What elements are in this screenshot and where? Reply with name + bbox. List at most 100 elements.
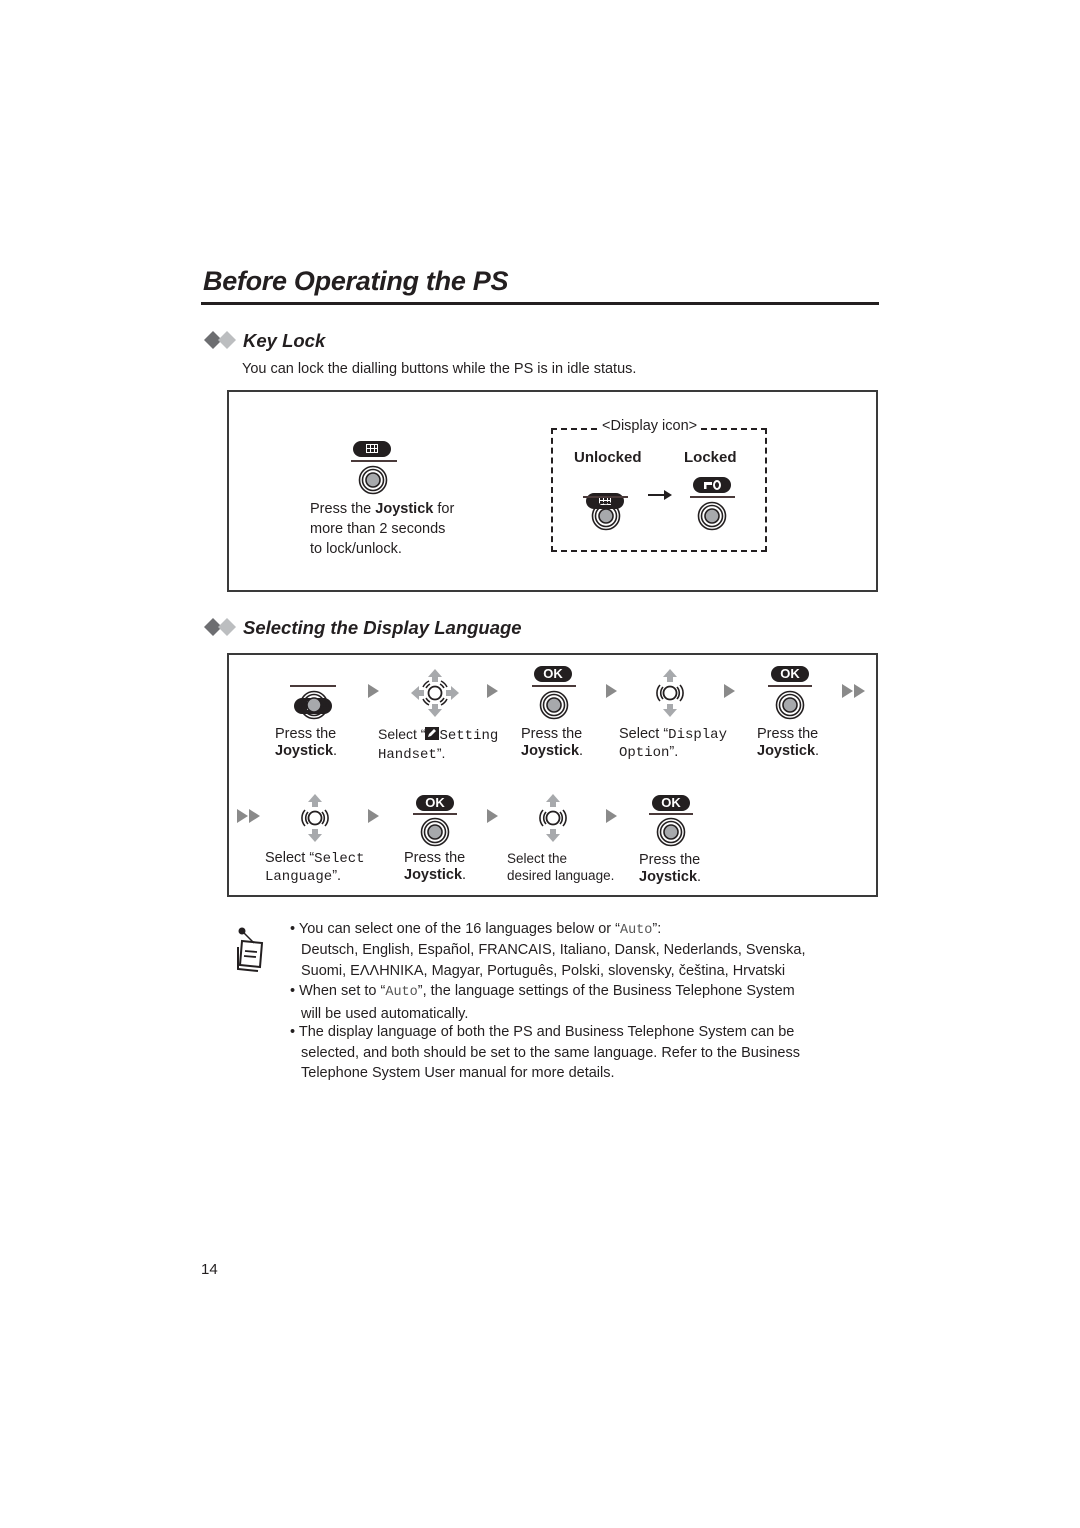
joystick-label: Joystick xyxy=(404,867,463,883)
divider xyxy=(413,813,457,815)
divider xyxy=(290,685,336,687)
step-arrow-icon xyxy=(487,684,498,698)
joystick-icon xyxy=(299,690,329,720)
note-bullet-1: • You can select one of the 16 languages… xyxy=(290,919,661,942)
caption-line: Select “ xyxy=(619,726,669,742)
pencil-icon xyxy=(425,727,440,740)
joystick-icon xyxy=(420,817,450,847)
step-caption: Select “Display Option”. xyxy=(619,726,727,762)
caption-line: Press the xyxy=(275,726,337,742)
instruction-text: more than 2 seconds xyxy=(310,521,446,537)
joystick-icon xyxy=(591,501,621,531)
step-caption: Press the Joystick. xyxy=(404,850,466,884)
joystick-label: Joystick xyxy=(375,501,434,517)
step-caption: Select “ Setting Handset”. xyxy=(378,726,498,764)
joystick-updown-icon xyxy=(297,793,333,843)
joystick-updown-icon xyxy=(652,668,688,718)
menu-item-text: Select xyxy=(314,851,365,867)
joystick-icon xyxy=(775,690,805,720)
instruction-text: Press the xyxy=(310,501,376,517)
menu-key-icon xyxy=(353,441,391,457)
note-bullet-2: • When set to “Auto”, the language setti… xyxy=(290,981,795,1024)
step-arrow-icon xyxy=(606,809,617,823)
joystick-icon xyxy=(358,465,388,495)
caption-line: ”. xyxy=(669,744,679,760)
continue-arrow-icon xyxy=(842,684,865,698)
caption-line: . xyxy=(697,869,702,885)
language-list: Deutsch, English, Español, FRANCAIS, Ita… xyxy=(301,940,806,981)
instruction-text: for xyxy=(433,501,455,517)
bullet: • xyxy=(290,1024,296,1040)
caption-line: Press the xyxy=(639,852,701,868)
step-arrow-icon xyxy=(368,809,379,823)
key-lock-heading: Key Lock xyxy=(243,330,326,351)
step-arrow-icon xyxy=(368,684,379,698)
caption-line: ”. xyxy=(332,868,342,884)
caption-line: . xyxy=(462,867,467,883)
diamond-bullet-icon xyxy=(204,618,236,636)
step-caption: Press the Joystick. xyxy=(757,726,819,760)
divider xyxy=(649,813,693,815)
menu-item-text: Handset xyxy=(378,747,437,763)
caption-line: Press the xyxy=(521,726,583,742)
step-arrow-icon xyxy=(724,684,735,698)
key-lock-icon xyxy=(693,477,731,493)
caption-line: ”. xyxy=(436,745,446,761)
joystick-icon xyxy=(656,817,686,847)
step-arrow-icon xyxy=(606,684,617,698)
caption-line: Select the xyxy=(507,851,568,866)
menu-item-text: Display xyxy=(668,727,727,743)
note-text: ”: xyxy=(652,921,662,937)
step-caption: Select “Select Language”. xyxy=(265,850,365,886)
note-text: When set to “ xyxy=(299,983,386,999)
language-list-line: Deutsch, English, Español, FRANCAIS, Ita… xyxy=(301,942,806,958)
joystick-label: Joystick xyxy=(757,743,816,759)
joystick-icon xyxy=(697,501,727,531)
arrow-right-icon xyxy=(648,490,672,500)
caption-line: . xyxy=(815,743,820,759)
joystick-label: Joystick xyxy=(275,743,334,759)
caption-line: Select “ xyxy=(378,726,426,742)
display-icon-label: <Display icon> xyxy=(598,418,702,434)
diamond-bullet-icon xyxy=(204,331,236,349)
page-number: 14 xyxy=(201,1261,218,1278)
locked-label: Locked xyxy=(684,449,737,466)
menu-item-text: Option xyxy=(619,745,670,761)
caption-line: desired language. xyxy=(507,868,615,883)
note-text: The display language of both the PS and … xyxy=(298,1024,795,1040)
divider xyxy=(351,460,397,462)
joystick-4way-icon xyxy=(410,668,460,718)
ok-key-icon: OK xyxy=(416,795,454,811)
menu-item-text: Language xyxy=(265,869,333,885)
page-title: Before Operating the PS xyxy=(203,266,509,296)
mono-text: Auto xyxy=(385,985,418,1000)
note-text: ”, the language settings of the Business… xyxy=(417,983,795,999)
joystick-label: Joystick xyxy=(639,869,698,885)
joystick-updown-icon xyxy=(535,793,571,843)
note-text: Telephone System User manual for more de… xyxy=(301,1065,615,1081)
step-caption: Select the desired language. xyxy=(507,850,614,884)
language-list-line: Suomi, ΕΛΛΗΝΙΚΑ, Magyar, Português, Pols… xyxy=(301,962,786,979)
caption-line: . xyxy=(333,743,338,759)
caption-line: Press the xyxy=(757,726,819,742)
step-caption: Press the Joystick. xyxy=(275,726,337,760)
joystick-icon xyxy=(539,690,569,720)
key-icon xyxy=(704,480,721,490)
caption-line: Select “ xyxy=(265,850,315,866)
divider xyxy=(583,496,628,498)
bullet: • xyxy=(290,983,296,999)
note-text: You can select one of the 16 languages b… xyxy=(298,921,620,937)
unlocked-label: Unlocked xyxy=(574,449,642,466)
menu-item-text: Setting xyxy=(439,728,499,744)
caption-line: . xyxy=(579,743,584,759)
continue-arrow-icon xyxy=(237,809,260,823)
note-text: selected, and both should be set to the … xyxy=(301,1044,800,1061)
caption-line: Press the xyxy=(404,850,466,866)
divider xyxy=(768,685,812,687)
title-divider xyxy=(201,302,879,305)
ok-key-icon: OK xyxy=(771,666,809,682)
display-language-heading: Selecting the Display Language xyxy=(243,617,522,638)
divider xyxy=(532,685,576,687)
divider xyxy=(690,496,735,498)
note-bullet-3: • The display language of both the PS an… xyxy=(290,1022,800,1084)
